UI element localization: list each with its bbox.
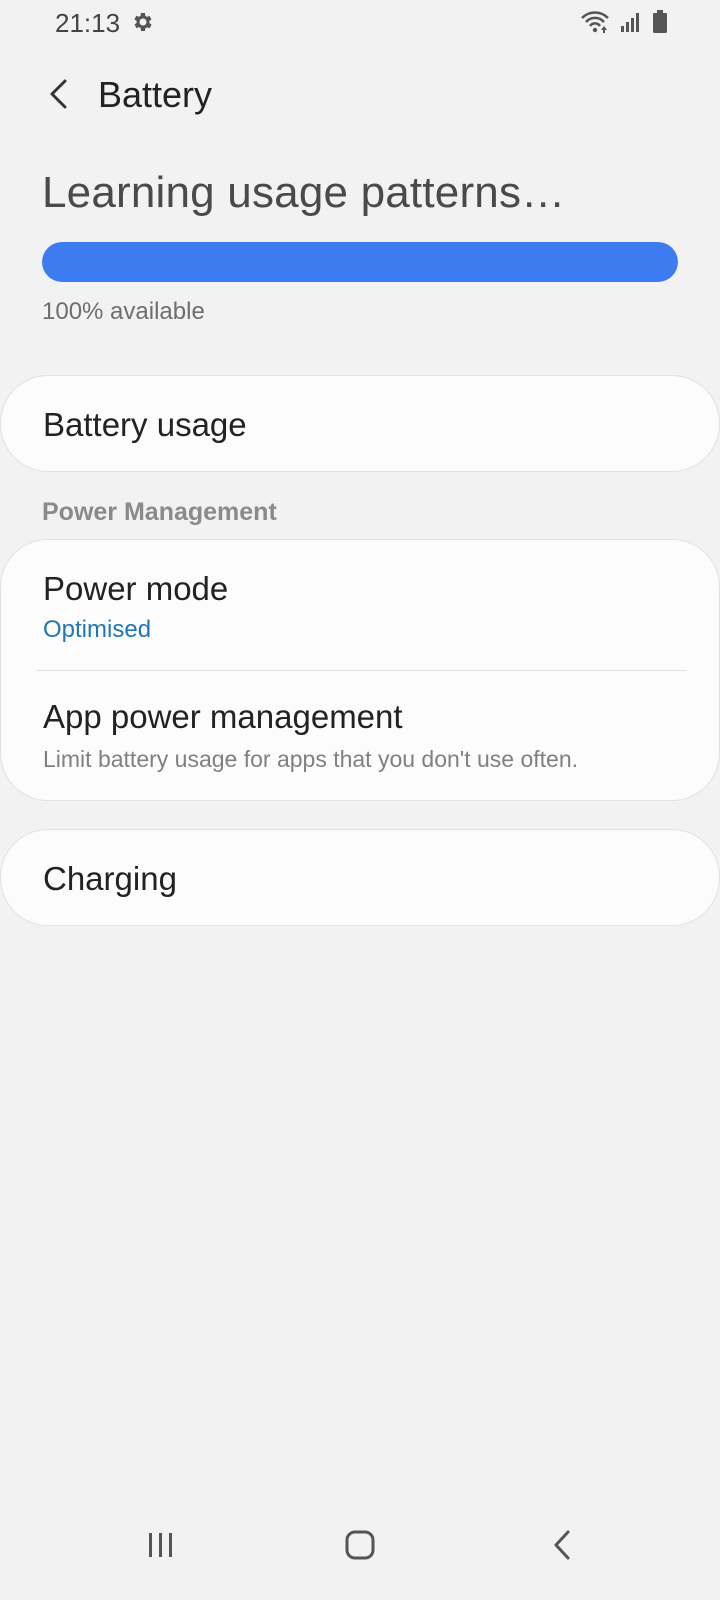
charging-label: Charging — [43, 860, 177, 897]
power-management-section-header: Power Management — [42, 498, 277, 526]
power-mode-value: Optimised — [43, 616, 152, 643]
home-icon — [345, 1530, 375, 1560]
status-bar: 21:13 — [0, 0, 720, 46]
settings-gear-icon — [130, 10, 154, 34]
power-management-card: Power mode Optimised App power managemen… — [0, 539, 720, 801]
page-title: Battery — [98, 74, 213, 115]
power-mode-item[interactable]: Power mode Optimised — [1, 540, 719, 670]
navigation-bar — [0, 1490, 720, 1600]
status-time: 21:13 — [55, 8, 121, 38]
battery-level-fill — [42, 242, 678, 282]
back-button[interactable] — [38, 72, 78, 116]
back-nav-icon — [554, 1530, 570, 1560]
home-button[interactable] — [330, 1518, 390, 1572]
battery-icon — [652, 10, 668, 39]
charging-item[interactable]: Charging — [0, 829, 720, 926]
recents-icon — [149, 1533, 172, 1557]
chevron-left-icon — [50, 79, 67, 109]
battery-level-bar — [42, 242, 678, 282]
battery-available-text: 100% available — [42, 298, 205, 325]
app-power-management-label: App power management — [43, 698, 403, 735]
app-power-management-description: Limit battery usage for apps that you do… — [43, 746, 578, 772]
wifi-icon — [580, 10, 610, 39]
recents-button[interactable] — [131, 1518, 191, 1572]
battery-usage-label: Battery usage — [43, 406, 247, 443]
signal-icon — [620, 11, 642, 38]
power-mode-label: Power mode — [43, 570, 229, 607]
battery-usage-item[interactable]: Battery usage — [0, 375, 720, 472]
status-icons — [580, 10, 668, 39]
app-power-management-item[interactable]: App power management Limit battery usage… — [1, 671, 719, 801]
battery-status-text: Learning usage patterns… — [42, 168, 566, 217]
back-nav-button[interactable] — [532, 1518, 592, 1572]
